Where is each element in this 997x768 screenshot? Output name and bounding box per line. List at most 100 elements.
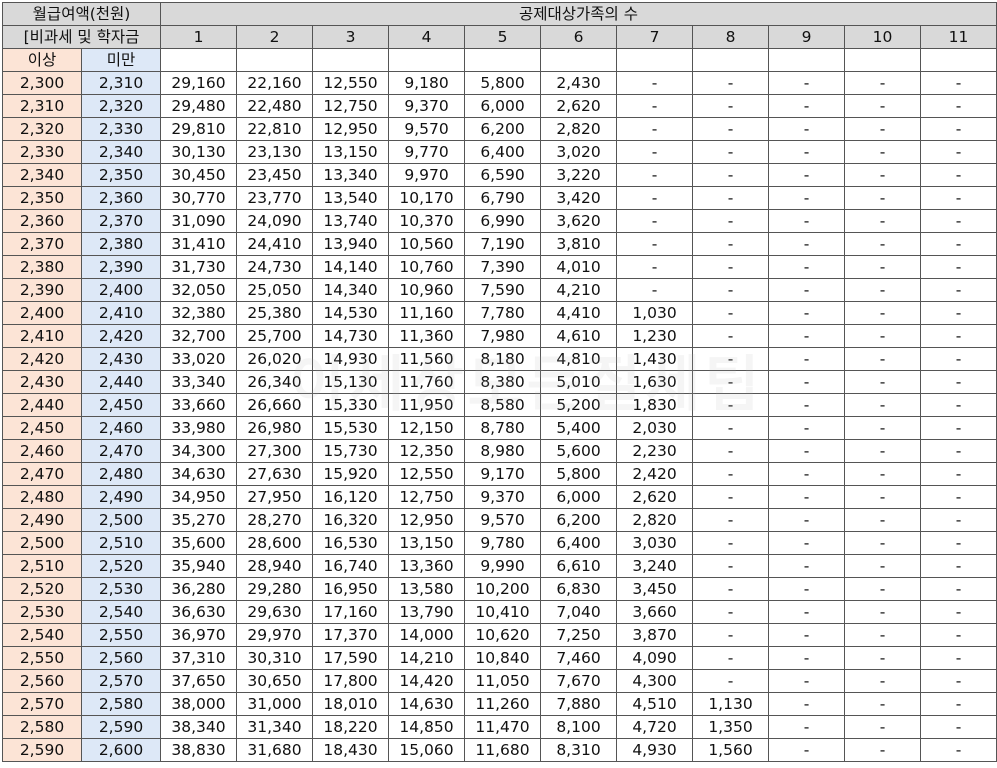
tax-amount-cell: - [844, 715, 921, 739]
tax-amount-cell: 25,050 [236, 278, 313, 302]
tax-amount-cell: 35,270 [160, 508, 237, 532]
tax-amount-cell: - [920, 347, 997, 371]
tax-amount-cell: 1,350 [692, 715, 769, 739]
salary-subheader: [비과세 및 학자금 [2, 25, 161, 49]
tax-amount-cell: - [768, 278, 845, 302]
tax-amount-cell: - [616, 140, 693, 164]
tax-amount-cell: 25,700 [236, 324, 313, 348]
tax-amount-cell: 3,020 [540, 140, 617, 164]
tax-amount-cell: 7,460 [540, 646, 617, 670]
table-row: 2,440 2,450 33,660 26,660 15,330 11,950 8,580 5… [2, 393, 997, 417]
tax-amount-cell: 38,340 [160, 715, 237, 739]
tax-amount-cell: 38,830 [160, 738, 237, 762]
tax-amount-cell: 2,030 [616, 416, 693, 440]
tax-amount-cell: - [692, 462, 769, 486]
tax-amount-cell: 6,400 [540, 531, 617, 555]
lower-bound-cell: 2,400 [2, 301, 82, 325]
tax-amount-cell: - [844, 370, 921, 394]
tax-amount-cell: - [920, 692, 997, 716]
tax-amount-cell: 14,210 [388, 646, 465, 670]
tax-amount-cell: - [768, 577, 845, 601]
tax-amount-cell: 9,370 [464, 485, 541, 509]
tax-amount-cell: 23,770 [236, 186, 313, 210]
tax-amount-cell: 15,060 [388, 738, 465, 762]
tax-amount-cell: 32,700 [160, 324, 237, 348]
lower-bound-cell: 2,320 [2, 117, 82, 141]
table-row: 2,560 2,570 37,650 30,650 17,800 14,420 11,050… [2, 669, 997, 693]
tax-amount-cell: 23,130 [236, 140, 313, 164]
upper-bound-cell: 2,430 [81, 347, 161, 371]
tax-amount-cell: 6,000 [464, 94, 541, 118]
table-row: 2,360 2,370 31,090 24,090 13,740 10,370 6,990 3… [2, 209, 997, 233]
tax-amount-cell: 36,630 [160, 600, 237, 624]
tax-amount-cell: - [768, 140, 845, 164]
tax-amount-cell: - [844, 531, 921, 555]
tax-amount-cell: 30,130 [160, 140, 237, 164]
tax-amount-cell: 33,020 [160, 347, 237, 371]
tax-amount-cell: 13,740 [312, 209, 389, 233]
upper-bound-cell: 2,420 [81, 324, 161, 348]
tax-amount-cell: - [844, 600, 921, 624]
tax-amount-cell: 9,570 [388, 117, 465, 141]
table-row: 2,340 2,350 30,450 23,450 13,340 9,970 6,590 3,… [2, 163, 997, 187]
tax-amount-cell: 35,940 [160, 554, 237, 578]
tax-amount-cell: - [692, 669, 769, 693]
tax-amount-cell: 13,360 [388, 554, 465, 578]
tax-amount-cell: - [692, 71, 769, 95]
lower-bound-cell: 2,470 [2, 462, 82, 486]
table-row: 2,470 2,480 34,630 27,630 15,920 12,550 9,170 5… [2, 462, 997, 486]
table-row: 2,420 2,430 33,020 26,020 14,930 11,560 8,180 4… [2, 347, 997, 371]
tax-amount-cell: - [692, 646, 769, 670]
tax-amount-cell: 22,160 [236, 71, 313, 95]
tax-amount-cell: 3,450 [616, 577, 693, 601]
tax-amount-cell: 18,220 [312, 715, 389, 739]
tax-amount-cell: - [844, 232, 921, 256]
tax-amount-cell: - [616, 209, 693, 233]
tax-amount-cell: - [920, 646, 997, 670]
lower-bound-cell: 2,540 [2, 623, 82, 647]
upper-bound-cell: 2,600 [81, 738, 161, 762]
tax-amount-cell: 2,420 [616, 462, 693, 486]
tax-amount-cell: 9,780 [464, 531, 541, 555]
tax-amount-cell: 15,330 [312, 393, 389, 417]
tax-amount-cell: 4,810 [540, 347, 617, 371]
table-row: 2,570 2,580 38,000 31,000 18,010 14,630 11,260… [2, 692, 997, 716]
tax-amount-cell: - [920, 209, 997, 233]
upper-bound-cell: 2,500 [81, 508, 161, 532]
tax-amount-cell: 7,190 [464, 232, 541, 256]
tax-amount-cell: 32,380 [160, 301, 237, 325]
tax-amount-cell: 13,340 [312, 163, 389, 187]
tax-amount-cell: - [844, 439, 921, 463]
tax-amount-cell: 3,420 [540, 186, 617, 210]
tax-amount-cell: - [844, 416, 921, 440]
tax-amount-cell: 11,560 [388, 347, 465, 371]
tax-amount-cell: - [692, 163, 769, 187]
lower-bound-cell: 2,550 [2, 646, 82, 670]
tax-amount-cell: 2,430 [540, 71, 617, 95]
upper-bound-cell: 2,370 [81, 209, 161, 233]
tax-amount-cell: 29,280 [236, 577, 313, 601]
tax-amount-cell: - [920, 715, 997, 739]
tax-amount-cell: - [844, 71, 921, 95]
blank-cell [540, 48, 617, 72]
table-row: 2,540 2,550 36,970 29,970 17,370 14,000 10,620… [2, 623, 997, 647]
tax-amount-cell: - [768, 347, 845, 371]
tax-amount-cell: 1,830 [616, 393, 693, 417]
tax-amount-cell: 8,310 [540, 738, 617, 762]
tax-amount-cell: 1,560 [692, 738, 769, 762]
tax-amount-cell: 10,560 [388, 232, 465, 256]
blank-cell [692, 48, 769, 72]
tax-amount-cell: - [844, 278, 921, 302]
lower-bound-cell: 2,590 [2, 738, 82, 762]
header-row-1: 월급여액(천원) 공제대상가족의 수 [2, 2, 997, 26]
lower-bound-cell: 2,520 [2, 577, 82, 601]
tax-amount-cell: - [768, 416, 845, 440]
tax-amount-cell: 27,300 [236, 439, 313, 463]
tax-amount-cell: 11,680 [464, 738, 541, 762]
tax-amount-cell: - [920, 439, 997, 463]
tax-amount-cell: 12,150 [388, 416, 465, 440]
table-row: 2,390 2,400 32,050 25,050 14,340 10,960 7,590 4… [2, 278, 997, 302]
tax-amount-cell: 10,960 [388, 278, 465, 302]
tax-amount-cell: 6,200 [464, 117, 541, 141]
tax-amount-cell: 7,590 [464, 278, 541, 302]
